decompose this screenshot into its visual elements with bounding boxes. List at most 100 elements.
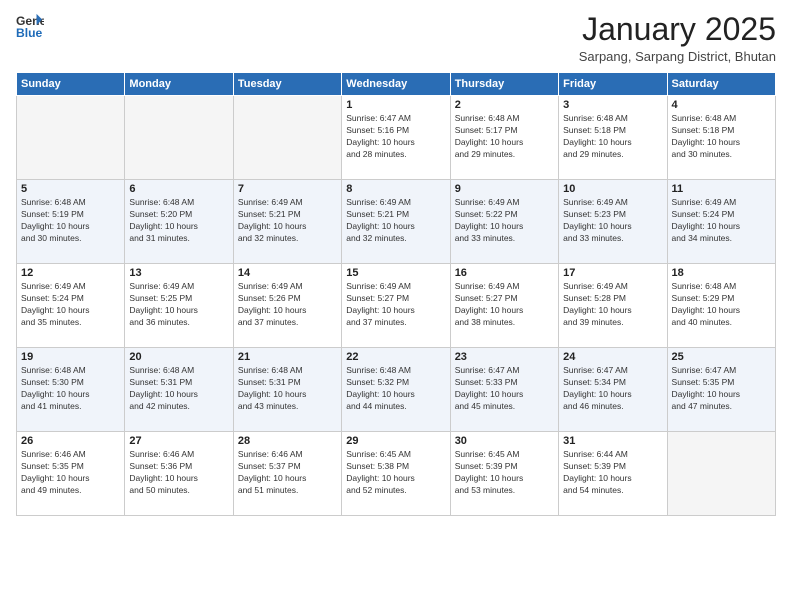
day-number: 20 bbox=[129, 351, 228, 363]
day-info: Sunrise: 6:48 AM Sunset: 5:19 PM Dayligh… bbox=[21, 197, 120, 245]
day-number: 14 bbox=[238, 267, 337, 279]
day-number: 24 bbox=[563, 351, 662, 363]
table-row: 4Sunrise: 6:48 AM Sunset: 5:18 PM Daylig… bbox=[667, 96, 775, 180]
day-number: 7 bbox=[238, 183, 337, 195]
day-number: 18 bbox=[672, 267, 771, 279]
table-row: 21 Sunrise: 6:48 AM Sunset: 5:31 PM Dayli… bbox=[233, 348, 341, 432]
table-row: 5 Sunrise: 6:48 AM Sunset: 5:19 PM Daylig… bbox=[17, 180, 125, 264]
month-year-title: January 2025 bbox=[579, 12, 776, 47]
day-info: Sunrise: 6:49 AM Sunset: 5:21 PM Dayligh… bbox=[238, 197, 337, 245]
day-number: 17 bbox=[563, 267, 662, 279]
table-row: 22Sunrise: 6:48 AM Sunset: 5:32 PM Dayli… bbox=[342, 348, 450, 432]
table-row: 25Sunrise: 6:47 AM Sunset: 5:35 PM Dayli… bbox=[667, 348, 775, 432]
table-row: 12 Sunrise: 6:49 AM Sunset: 5:24 PM Dayli… bbox=[17, 264, 125, 348]
day-number: 25 bbox=[672, 351, 771, 363]
calendar-week-row: 1 Sunrise: 6:47 AM Sunset: 5:16 PM Daylig… bbox=[17, 96, 776, 180]
day-number: 8 bbox=[346, 183, 445, 195]
day-info: Sunrise: 6:48 AM Sunset: 5:20 PM Dayligh… bbox=[129, 197, 228, 245]
day-info: Sunrise: 6:49 AM Sunset: 5:21 PM Dayligh… bbox=[346, 197, 445, 245]
table-row: 3 Sunrise: 6:48 AM Sunset: 5:18 PM Daylig… bbox=[559, 96, 667, 180]
day-number: 1 bbox=[346, 99, 445, 111]
day-info: Sunrise: 6:49 AM Sunset: 5:22 PM Dayligh… bbox=[455, 197, 554, 245]
table-row: 15Sunrise: 6:49 AM Sunset: 5:27 PM Dayli… bbox=[342, 264, 450, 348]
table-row: 30 Sunrise: 6:45 AM Sunset: 5:39 PM Dayli… bbox=[450, 432, 558, 516]
table-row: 2 Sunrise: 6:48 AM Sunset: 5:17 PM Daylig… bbox=[450, 96, 558, 180]
table-row: 6 Sunrise: 6:48 AM Sunset: 5:20 PM Daylig… bbox=[125, 180, 233, 264]
header-saturday: Saturday bbox=[667, 73, 775, 96]
header-thursday: Thursday bbox=[450, 73, 558, 96]
logo: General Blue bbox=[16, 12, 44, 40]
table-row bbox=[233, 96, 341, 180]
day-number: 30 bbox=[455, 435, 554, 447]
day-number: 2 bbox=[455, 99, 554, 111]
table-row: 10Sunrise: 6:49 AM Sunset: 5:23 PM Dayli… bbox=[559, 180, 667, 264]
table-row bbox=[17, 96, 125, 180]
calendar-week-row: 5 Sunrise: 6:48 AM Sunset: 5:19 PM Daylig… bbox=[17, 180, 776, 264]
day-info: Sunrise: 6:47 AM Sunset: 5:33 PM Dayligh… bbox=[455, 365, 554, 413]
day-info: Sunrise: 6:44 AM Sunset: 5:39 PM Dayligh… bbox=[563, 449, 662, 497]
day-number: 16 bbox=[455, 267, 554, 279]
day-info: Sunrise: 6:49 AM Sunset: 5:25 PM Dayligh… bbox=[129, 281, 228, 329]
day-number: 11 bbox=[672, 183, 771, 195]
day-number: 6 bbox=[129, 183, 228, 195]
table-row: 17 Sunrise: 6:49 AM Sunset: 5:28 PM Dayli… bbox=[559, 264, 667, 348]
table-row: 20 Sunrise: 6:48 AM Sunset: 5:31 PM Dayli… bbox=[125, 348, 233, 432]
day-number: 10 bbox=[563, 183, 662, 195]
table-row: 26 Sunrise: 6:46 AM Sunset: 5:35 PM Dayli… bbox=[17, 432, 125, 516]
table-row bbox=[125, 96, 233, 180]
table-row: 13Sunrise: 6:49 AM Sunset: 5:25 PM Dayli… bbox=[125, 264, 233, 348]
day-info: Sunrise: 6:48 AM Sunset: 5:31 PM Dayligh… bbox=[129, 365, 228, 413]
day-number: 21 bbox=[238, 351, 337, 363]
day-info: Sunrise: 6:45 AM Sunset: 5:38 PM Dayligh… bbox=[346, 449, 445, 497]
table-row: 29 Sunrise: 6:45 AM Sunset: 5:38 PM Dayli… bbox=[342, 432, 450, 516]
table-row: 8 Sunrise: 6:49 AM Sunset: 5:21 PM Daylig… bbox=[342, 180, 450, 264]
day-number: 26 bbox=[21, 435, 120, 447]
table-row: 9 Sunrise: 6:49 AM Sunset: 5:22 PM Daylig… bbox=[450, 180, 558, 264]
table-row bbox=[667, 432, 775, 516]
day-info: Sunrise: 6:47 AM Sunset: 5:34 PM Dayligh… bbox=[563, 365, 662, 413]
header-friday: Friday bbox=[559, 73, 667, 96]
svg-text:Blue: Blue bbox=[16, 26, 43, 40]
calendar-week-row: 26 Sunrise: 6:46 AM Sunset: 5:35 PM Dayli… bbox=[17, 432, 776, 516]
day-info: Sunrise: 6:48 AM Sunset: 5:18 PM Dayligh… bbox=[563, 113, 662, 161]
header-monday: Monday bbox=[125, 73, 233, 96]
page-header: General Blue January 2025 Sarpang, Sarpa… bbox=[16, 12, 776, 64]
title-block: January 2025 Sarpang, Sarpang District, … bbox=[579, 12, 776, 64]
day-number: 31 bbox=[563, 435, 662, 447]
day-number: 28 bbox=[238, 435, 337, 447]
table-row: 1 Sunrise: 6:47 AM Sunset: 5:16 PM Daylig… bbox=[342, 96, 450, 180]
day-info: Sunrise: 6:49 AM Sunset: 5:26 PM Dayligh… bbox=[238, 281, 337, 329]
day-info: Sunrise: 6:48 AM Sunset: 5:29 PM Dayligh… bbox=[672, 281, 771, 329]
day-info: Sunrise: 6:46 AM Sunset: 5:37 PM Dayligh… bbox=[238, 449, 337, 497]
day-number: 29 bbox=[346, 435, 445, 447]
table-row: 19 Sunrise: 6:48 AM Sunset: 5:30 PM Dayli… bbox=[17, 348, 125, 432]
day-info: Sunrise: 6:49 AM Sunset: 5:28 PM Dayligh… bbox=[563, 281, 662, 329]
day-info: Sunrise: 6:46 AM Sunset: 5:36 PM Dayligh… bbox=[129, 449, 228, 497]
day-info: Sunrise: 6:49 AM Sunset: 5:24 PM Dayligh… bbox=[21, 281, 120, 329]
table-row: 27Sunrise: 6:46 AM Sunset: 5:36 PM Dayli… bbox=[125, 432, 233, 516]
calendar-week-row: 12 Sunrise: 6:49 AM Sunset: 5:24 PM Dayli… bbox=[17, 264, 776, 348]
day-info: Sunrise: 6:48 AM Sunset: 5:17 PM Dayligh… bbox=[455, 113, 554, 161]
day-info: Sunrise: 6:46 AM Sunset: 5:35 PM Dayligh… bbox=[21, 449, 120, 497]
day-number: 3 bbox=[563, 99, 662, 111]
day-info: Sunrise: 6:49 AM Sunset: 5:27 PM Dayligh… bbox=[346, 281, 445, 329]
table-row: 16Sunrise: 6:49 AM Sunset: 5:27 PM Dayli… bbox=[450, 264, 558, 348]
day-number: 9 bbox=[455, 183, 554, 195]
day-info: Sunrise: 6:45 AM Sunset: 5:39 PM Dayligh… bbox=[455, 449, 554, 497]
day-info: Sunrise: 6:47 AM Sunset: 5:16 PM Dayligh… bbox=[346, 113, 445, 161]
day-info: Sunrise: 6:48 AM Sunset: 5:31 PM Dayligh… bbox=[238, 365, 337, 413]
day-info: Sunrise: 6:48 AM Sunset: 5:30 PM Dayligh… bbox=[21, 365, 120, 413]
weekday-header-row: Sunday Monday Tuesday Wednesday Thursday… bbox=[17, 73, 776, 96]
table-row: 7 Sunrise: 6:49 AM Sunset: 5:21 PM Daylig… bbox=[233, 180, 341, 264]
day-number: 12 bbox=[21, 267, 120, 279]
table-row: 11 Sunrise: 6:49 AM Sunset: 5:24 PM Dayli… bbox=[667, 180, 775, 264]
day-number: 19 bbox=[21, 351, 120, 363]
header-wednesday: Wednesday bbox=[342, 73, 450, 96]
table-row: 31 Sunrise: 6:44 AM Sunset: 5:39 PM Dayli… bbox=[559, 432, 667, 516]
day-number: 5 bbox=[21, 183, 120, 195]
header-sunday: Sunday bbox=[17, 73, 125, 96]
day-number: 4 bbox=[672, 99, 771, 111]
day-number: 22 bbox=[346, 351, 445, 363]
day-info: Sunrise: 6:49 AM Sunset: 5:24 PM Dayligh… bbox=[672, 197, 771, 245]
table-row: 28 Sunrise: 6:46 AM Sunset: 5:37 PM Dayli… bbox=[233, 432, 341, 516]
